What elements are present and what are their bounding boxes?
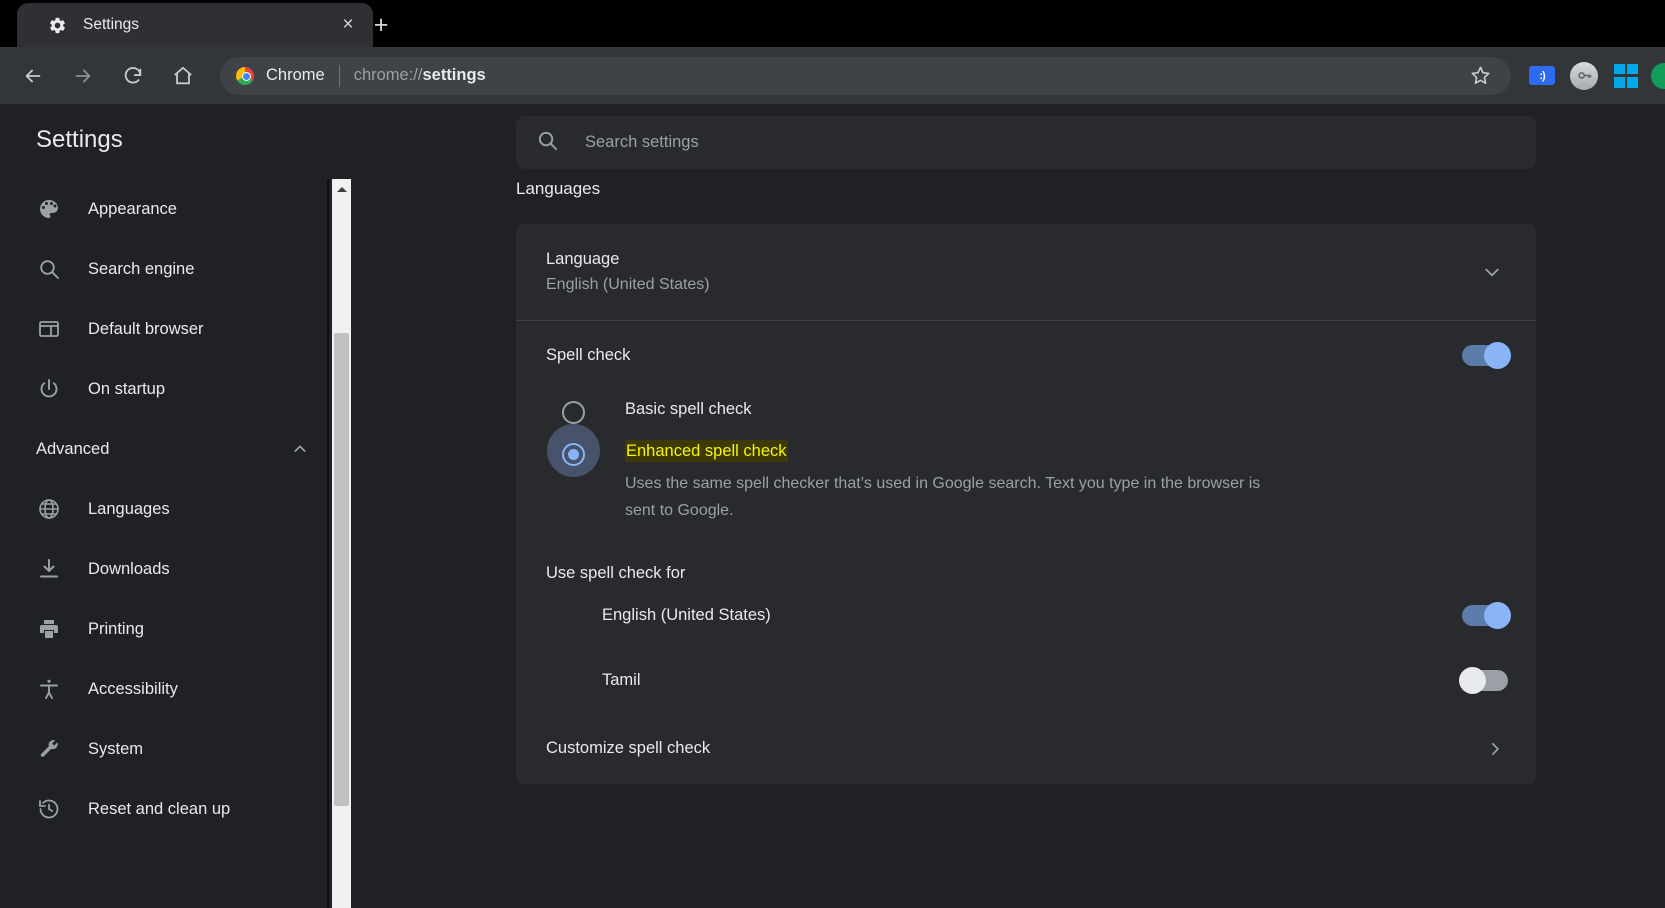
sidebar-item-label: Downloads xyxy=(88,559,170,578)
windows-logo-icon[interactable] xyxy=(1605,55,1647,97)
url-prefix: chrome:// xyxy=(353,66,423,84)
sidebar-item-label: Reset and clean up xyxy=(88,799,231,818)
sidebar-item-label: Languages xyxy=(88,499,170,518)
tab-title: Settings xyxy=(83,16,140,33)
section-title-languages: Languages xyxy=(516,179,601,198)
wrench-icon xyxy=(36,736,62,762)
customize-spell-check-row[interactable]: Customize spell check xyxy=(516,713,1536,784)
radio-basic-spell-check[interactable]: Basic spell check xyxy=(546,390,1506,432)
download-icon xyxy=(36,556,62,582)
sidebar-item-label: Appearance xyxy=(88,199,177,218)
spell-language-name: English (United States) xyxy=(602,606,771,625)
language-row-title: Language xyxy=(546,250,620,268)
history-restore-icon xyxy=(36,796,62,822)
spell-check-row: Spell check xyxy=(516,321,1536,390)
radio-label-highlighted: Enhanced spell check xyxy=(625,440,788,462)
page-title: Settings xyxy=(36,126,123,153)
address-bar[interactable]: Chrome chrome://settings xyxy=(220,56,1511,95)
sidebar-item-on-startup[interactable]: On startup xyxy=(0,359,350,419)
omnibox-separator xyxy=(338,64,340,87)
bookmark-star-icon[interactable] xyxy=(1463,59,1497,93)
gear-icon xyxy=(48,16,67,35)
sidebar-item-label: Default browser xyxy=(88,319,204,338)
omnibox-url[interactable]: chrome://settings xyxy=(354,66,1463,85)
chrome-logo-icon xyxy=(236,66,254,85)
chevron-down-icon[interactable] xyxy=(1482,262,1502,282)
sidebar-item-reset-and-clean-up[interactable]: Reset and clean up xyxy=(0,779,350,839)
settings-sidebar: Appearance Search engine Default browser… xyxy=(0,179,350,908)
power-icon xyxy=(36,376,62,402)
sidebar-section-advanced[interactable]: Advanced xyxy=(0,419,350,479)
sidebar-section-label: Advanced xyxy=(36,439,110,458)
browser-window-icon xyxy=(36,316,62,342)
sidebar-item-accessibility[interactable]: Accessibility xyxy=(0,659,350,719)
url-path: settings xyxy=(422,66,486,84)
back-icon[interactable] xyxy=(12,55,54,97)
radio-label: Basic spell check xyxy=(625,400,752,418)
accessibility-icon xyxy=(36,676,62,702)
forward-icon[interactable] xyxy=(62,55,104,97)
sidebar-item-label: Accessibility xyxy=(88,679,178,698)
search-icon xyxy=(36,256,62,282)
sidebar-item-appearance[interactable]: Appearance xyxy=(0,179,350,239)
sidebar-item-printing[interactable]: Printing xyxy=(0,599,350,659)
chevron-right-icon xyxy=(1486,740,1504,758)
spell-language-name: Tamil xyxy=(602,671,641,690)
sidebar-item-label: On startup xyxy=(88,379,166,398)
sidebar-scrollbar[interactable] xyxy=(332,179,351,908)
browser-tab-settings[interactable]: Settings × xyxy=(17,3,373,47)
search-icon xyxy=(536,129,559,157)
sidebar-item-label: Printing xyxy=(88,619,144,638)
sidebar-item-label: Search engine xyxy=(88,259,195,278)
settings-content: Languages Language English (United State… xyxy=(351,179,1665,908)
scrollbar-thumb[interactable] xyxy=(334,333,349,806)
spell-language-toggle[interactable] xyxy=(1462,602,1511,630)
chevron-up-icon xyxy=(292,441,308,457)
spell-language-english: English (United States) xyxy=(516,583,1536,648)
language-row-value: English (United States) xyxy=(546,276,710,293)
reload-icon[interactable] xyxy=(112,55,154,97)
search-placeholder: Search settings xyxy=(585,133,699,151)
profile-key-avatar-icon[interactable] xyxy=(1563,55,1605,97)
globe-icon xyxy=(36,496,62,522)
edge-partial-icon[interactable] xyxy=(1647,55,1665,97)
spell-check-toggle[interactable] xyxy=(1462,342,1511,369)
spell-check-options: Basic spell check Enhanced spell check U… xyxy=(516,390,1536,538)
spell-language-tamil: Tamil xyxy=(516,648,1536,713)
search-input[interactable]: Search settings xyxy=(516,116,1536,169)
close-icon[interactable]: × xyxy=(335,12,361,38)
settings-page: Settings Search settings Appearance Sear… xyxy=(0,104,1665,908)
spell-check-label: Spell check xyxy=(546,346,631,364)
palette-icon xyxy=(36,196,62,222)
sidebar-item-languages[interactable]: Languages xyxy=(0,479,350,539)
use-spell-check-for-title: Use spell check for xyxy=(546,564,686,583)
new-tab-button[interactable]: + xyxy=(363,9,399,41)
radio-button-selected[interactable] xyxy=(562,443,585,466)
sidebar-item-system[interactable]: System xyxy=(0,719,350,779)
sidebar-item-downloads[interactable]: Downloads xyxy=(0,539,350,599)
scroll-up-arrow-icon[interactable] xyxy=(332,179,351,197)
home-icon[interactable] xyxy=(162,55,204,97)
language-row[interactable]: Language English (United States) xyxy=(516,224,1536,320)
tab-strip: Settings × + xyxy=(0,0,1665,47)
omnibox-brand: Chrome xyxy=(266,66,325,84)
radio-enhanced-spell-check[interactable]: Enhanced spell check Uses the same spell… xyxy=(546,424,1506,532)
spell-language-toggle[interactable] xyxy=(1459,667,1508,695)
radio-button-unselected[interactable] xyxy=(562,401,585,424)
sidebar-item-default-browser[interactable]: Default browser xyxy=(0,299,350,359)
sidebar-item-label: System xyxy=(88,739,144,758)
sidebar-divider xyxy=(327,179,329,908)
settings-header: Settings Search settings xyxy=(0,104,1665,179)
extension-tag-icon[interactable]: :) xyxy=(1521,55,1563,97)
printer-icon xyxy=(36,616,62,642)
languages-card: Language English (United States) Spell c… xyxy=(516,224,1536,785)
customize-spell-check-label: Customize spell check xyxy=(546,739,711,758)
radio-description: Uses the same spell checker that’s used … xyxy=(625,475,1261,519)
sidebar-item-search-engine[interactable]: Search engine xyxy=(0,239,350,299)
browser-toolbar: Chrome chrome://settings :) xyxy=(0,47,1665,104)
